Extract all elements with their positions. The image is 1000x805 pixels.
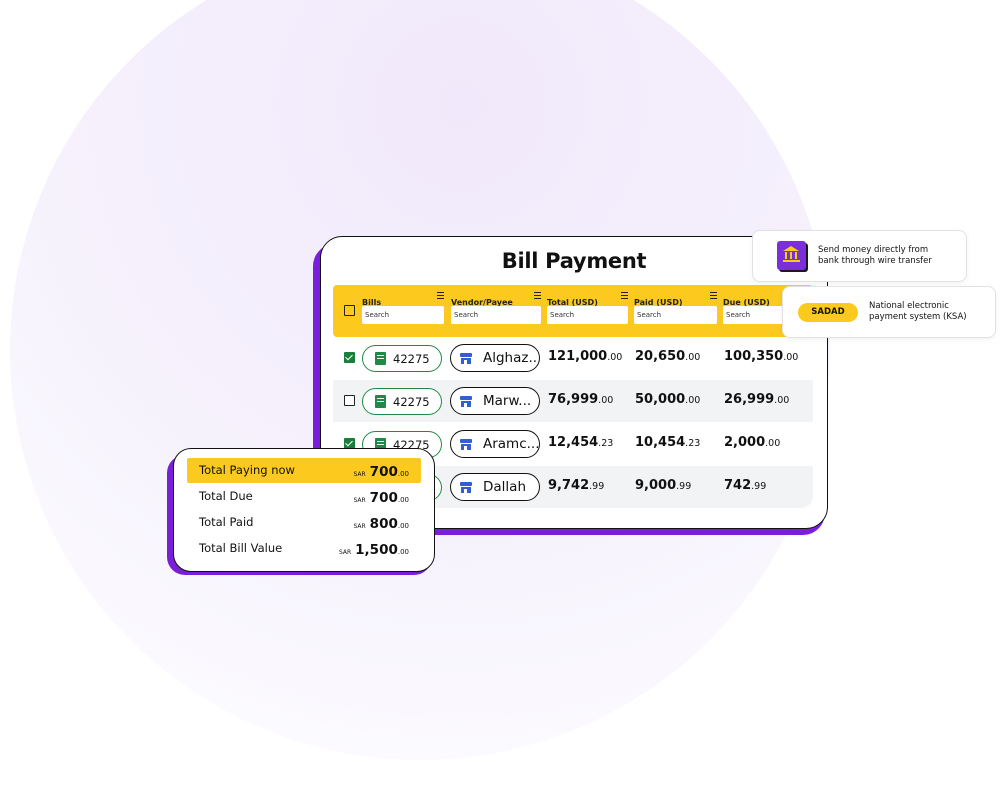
select-all-checkbox[interactable] [344,305,355,316]
total-amount: 12,454.23 [548,435,614,450]
due-amount: 742.99 [724,478,767,493]
vendor-chip[interactable]: Aramc... [450,430,540,458]
wire-desc-line2: bank through wire transfer [818,256,932,266]
summary-row-total-due: Total Due SAR 700.00 [199,489,409,506]
summary-row-paying-now: Total Paying now SAR 700.00 [187,458,421,483]
row-checkbox[interactable] [344,395,355,406]
column-paid: Paid (USD) [634,290,717,332]
bill-chip[interactable]: 42275 [362,345,442,372]
summary-row-total-bill-value: Total Bill Value SAR 1,500.00 [199,541,409,558]
paid-search-input[interactable] [634,306,717,324]
column-bills: Bills [362,290,444,332]
summary-card: Total Paying now SAR 700.00 Total Due SAR… [173,448,435,572]
paid-amount: 10,454.23 [635,435,701,450]
summary-row-total-paid: Total Paid SAR 800.00 [199,515,409,532]
paid-amount: 9,000.99 [635,478,692,493]
bill-chip[interactable]: 42275 [362,388,442,415]
due-amount: 2,000.00 [724,435,781,450]
paid-amount: 20,650.00 [635,349,701,364]
column-menu-icon[interactable] [710,292,717,301]
due-amount: 26,999.00 [724,392,790,407]
vendor-chip[interactable]: Marw... [450,387,540,415]
column-vendor: Vendor/Payee [451,290,541,332]
bills-search-input[interactable] [362,306,444,324]
sadad-desc-line1: National electronic [869,301,949,311]
store-icon [460,353,472,364]
table-row[interactable]: 42275 Marw... 76,999.00 50,000.00 26,999… [333,380,813,422]
column-total: Total (USD) [547,290,628,332]
document-icon [375,352,386,365]
store-icon [460,482,472,493]
due-amount: 100,350.00 [724,349,799,364]
column-menu-icon[interactable] [534,292,541,301]
row-checkbox[interactable] [344,352,355,363]
wire-desc-line1: Send money directly from [818,245,929,255]
document-icon [375,395,386,408]
table-row[interactable]: 42275 Alghaz.. 121,000.00 20,650.00 100,… [333,337,813,379]
paid-amount: 50,000.00 [635,392,701,407]
column-menu-icon[interactable] [621,292,628,301]
table-header: Bills Vendor/Payee Total (USD) Paid (USD… [333,285,813,337]
total-amount: 9,742.99 [548,478,605,493]
store-icon [460,439,472,450]
store-icon [460,396,472,407]
sadad-desc-line2: payment system (KSA) [869,312,967,322]
wire-transfer-option[interactable]: Send money directly from bank through wi… [752,230,967,282]
total-search-input[interactable] [547,306,628,324]
sadad-badge: SADAD [798,303,858,322]
vendor-chip[interactable]: Dallah [450,473,540,501]
vendor-search-input[interactable] [451,306,541,324]
sadad-option[interactable]: SADAD National electronic payment system… [782,286,996,338]
total-amount: 121,000.00 [548,349,623,364]
vendor-chip[interactable]: Alghaz.. [450,344,540,372]
bank-icon [777,241,806,270]
total-amount: 76,999.00 [548,392,614,407]
column-menu-icon[interactable] [437,292,444,301]
